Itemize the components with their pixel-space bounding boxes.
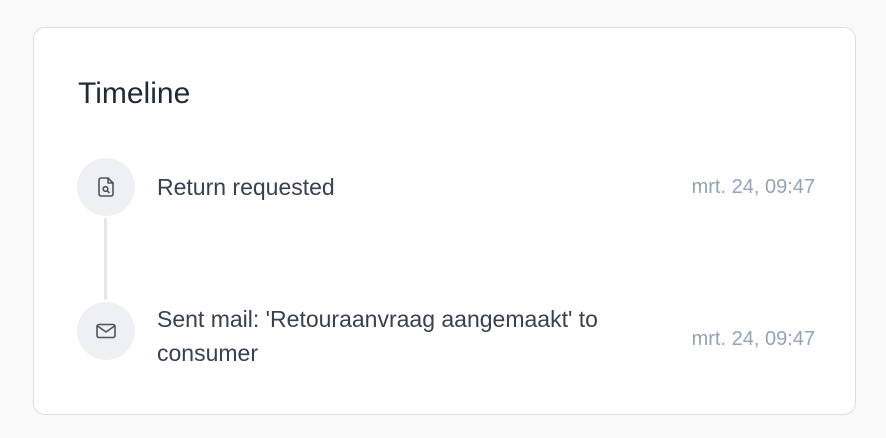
timeline-title: Timeline (78, 77, 191, 110)
timeline-connector (104, 218, 107, 300)
event-timestamp: mrt. 24, 09:47 (691, 176, 815, 198)
timeline-card: Timeline Return requested mrt. 24, 09:47… (33, 27, 856, 415)
event-description: Sent mail: 'Retouraanvraag aangemaakt' t… (157, 306, 598, 366)
event-timestamp: mrt. 24, 09:47 (691, 328, 815, 350)
timeline-event: Return requested mrt. 24, 09:47 (77, 158, 815, 218)
mail-icon (77, 302, 135, 360)
event-description: Return requested (157, 174, 335, 200)
file-search-icon (77, 158, 135, 216)
timeline-event: Sent mail: 'Retouraanvraag aangemaakt' t… (77, 301, 815, 381)
